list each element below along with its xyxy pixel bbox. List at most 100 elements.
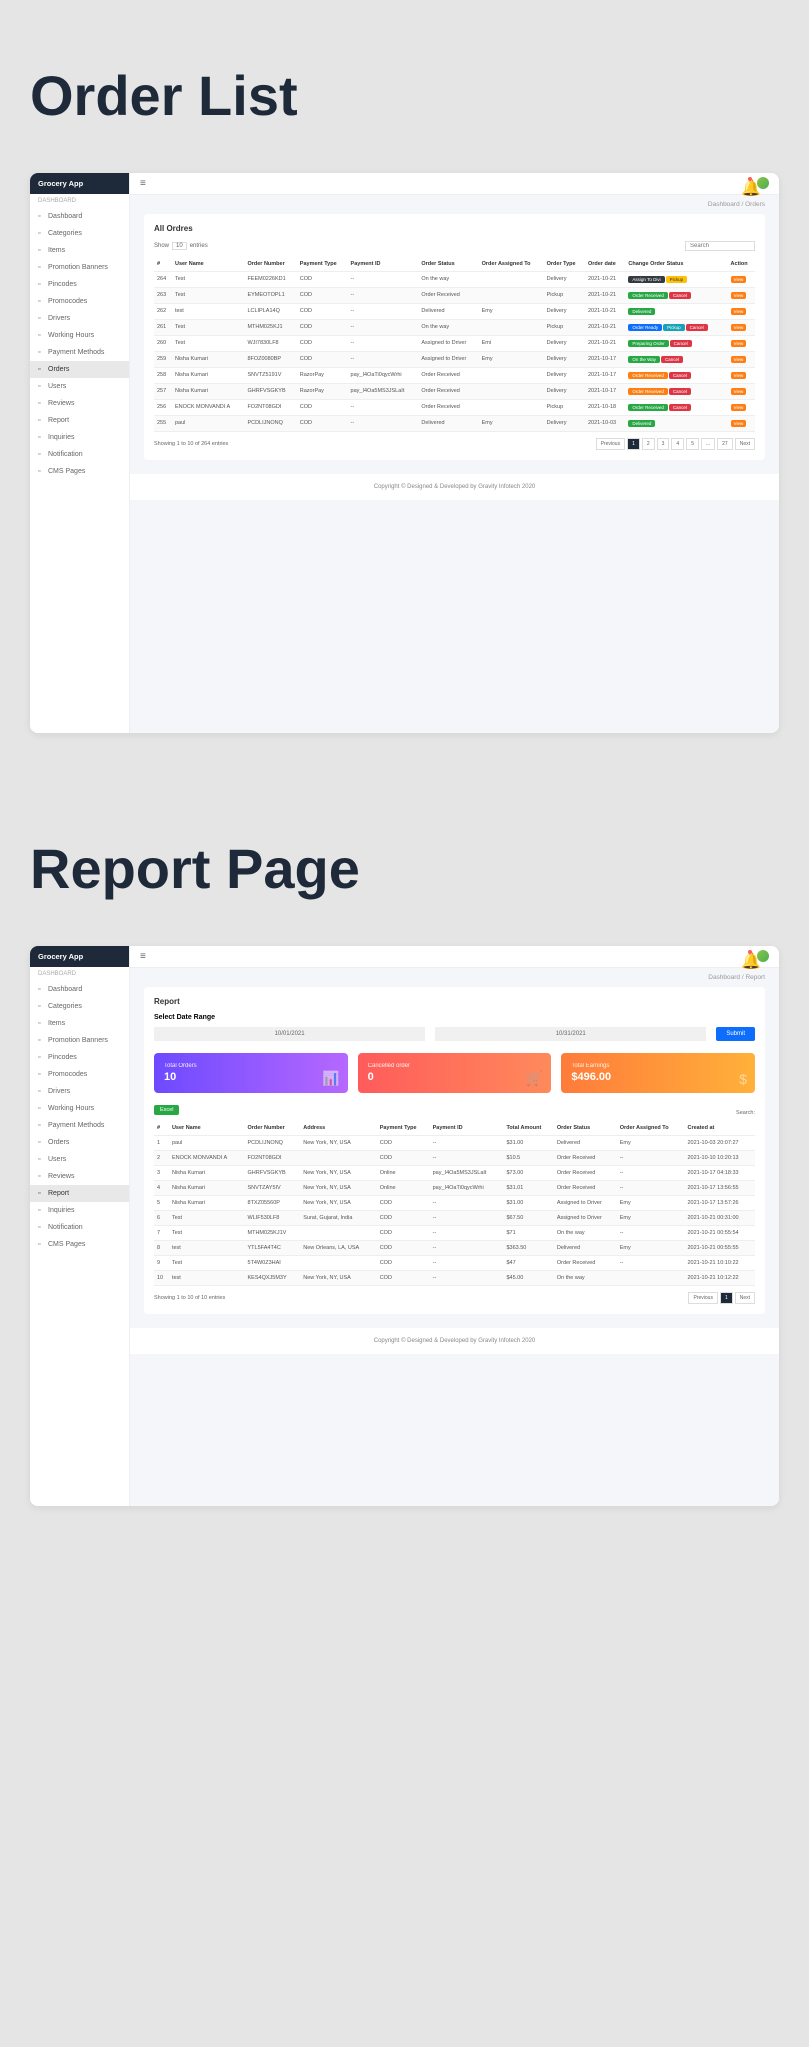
date-from-input[interactable]: 10/01/2021 xyxy=(154,1027,425,1041)
column-header[interactable]: Payment Type xyxy=(297,257,348,272)
column-header[interactable]: Order Type xyxy=(544,257,585,272)
view-button[interactable]: View xyxy=(731,276,747,283)
sidebar-item[interactable]: ▫Notification xyxy=(30,1219,129,1236)
view-button[interactable]: View xyxy=(731,356,747,363)
status-badge[interactable]: Order Received xyxy=(628,292,668,299)
status-badge[interactable]: Cancel xyxy=(669,372,691,379)
status-badge[interactable]: Order Received xyxy=(628,372,668,379)
sidebar-item[interactable]: ▫Promotion Banners xyxy=(30,1032,129,1049)
status-badge[interactable]: Delivered xyxy=(628,420,655,427)
status-badge[interactable]: Cancel xyxy=(686,324,708,331)
view-button[interactable]: View xyxy=(731,372,747,379)
show-entries[interactable]: Show 10 entries xyxy=(154,242,208,250)
page-num[interactable]: 1 xyxy=(720,1292,733,1304)
status-badge[interactable]: On the Way xyxy=(628,356,660,363)
view-button[interactable]: View xyxy=(731,308,747,315)
column-header[interactable]: Payment ID xyxy=(430,1121,504,1136)
view-button[interactable]: View xyxy=(731,388,747,395)
column-header[interactable]: User Name xyxy=(172,257,244,272)
view-button[interactable]: View xyxy=(731,404,747,411)
sidebar-item[interactable]: ▫Report xyxy=(30,1185,129,1202)
page-num[interactable]: 5 xyxy=(686,438,699,450)
status-badge[interactable]: Assign To Divi xyxy=(628,276,664,283)
sidebar-item[interactable]: ▫Reviews xyxy=(30,1168,129,1185)
column-header[interactable]: Payment ID xyxy=(348,257,419,272)
page-num[interactable]: 27 xyxy=(717,438,733,450)
sidebar-item[interactable]: ▫Orders xyxy=(30,361,129,378)
column-header[interactable]: Order Number xyxy=(244,257,296,272)
sidebar-item[interactable]: ▫Payment Methods xyxy=(30,1117,129,1134)
sidebar-item[interactable]: ▫Promocodes xyxy=(30,293,129,310)
sidebar-item[interactable]: ▫Working Hours xyxy=(30,327,129,344)
sidebar-item[interactable]: ▫CMS Pages xyxy=(30,463,129,480)
sidebar-item[interactable]: ▫Users xyxy=(30,378,129,395)
status-badge[interactable]: Cancel xyxy=(661,356,683,363)
column-header[interactable]: Address xyxy=(300,1121,376,1136)
sidebar-item[interactable]: ▫Drivers xyxy=(30,310,129,327)
bell-icon[interactable]: 🔔 xyxy=(741,951,751,961)
sidebar-item[interactable]: ▫Categories xyxy=(30,225,129,242)
sidebar-item[interactable]: ▫Inquiries xyxy=(30,429,129,446)
excel-button[interactable]: Excel xyxy=(154,1105,179,1115)
sidebar-item[interactable]: ▫Pincodes xyxy=(30,276,129,293)
status-badge[interactable]: Cancel xyxy=(669,404,691,411)
status-badge[interactable]: Cancel xyxy=(669,388,691,395)
status-badge[interactable]: Order Received xyxy=(628,388,668,395)
column-header[interactable]: Total Amount xyxy=(503,1121,553,1136)
column-header[interactable]: Order Assigned To xyxy=(617,1121,685,1136)
view-button[interactable]: View xyxy=(731,324,747,331)
date-to-input[interactable]: 10/31/2021 xyxy=(435,1027,706,1041)
sidebar-item[interactable]: ▫Dashboard xyxy=(30,208,129,225)
sidebar-item[interactable]: ▫Payment Methods xyxy=(30,344,129,361)
sidebar-item[interactable]: ▫Users xyxy=(30,1151,129,1168)
next-button[interactable]: Next xyxy=(735,438,755,450)
sidebar-item[interactable]: ▫Inquiries xyxy=(30,1202,129,1219)
page-num[interactable]: 2 xyxy=(642,438,655,450)
status-badge[interactable]: Cancel xyxy=(669,292,691,299)
page-num[interactable]: 4 xyxy=(671,438,684,450)
view-button[interactable]: View xyxy=(731,420,747,427)
column-header[interactable]: Created at xyxy=(684,1121,755,1136)
column-header[interactable]: User Name xyxy=(169,1121,245,1136)
column-header[interactable]: Payment Type xyxy=(377,1121,430,1136)
bell-icon[interactable]: 🔔 xyxy=(741,178,751,188)
sidebar-item[interactable]: ▫Orders xyxy=(30,1134,129,1151)
column-header[interactable]: Change Order Status xyxy=(625,257,727,272)
status-badge[interactable]: Order Ready xyxy=(628,324,662,331)
column-header[interactable]: # xyxy=(154,1121,169,1136)
next-button[interactable]: Next xyxy=(735,1292,755,1304)
submit-button[interactable]: Submit xyxy=(716,1027,755,1041)
hamburger-icon[interactable]: ≡ xyxy=(140,178,146,189)
status-badge[interactable]: Pickup xyxy=(666,276,688,283)
sidebar-item[interactable]: ▫Promocodes xyxy=(30,1066,129,1083)
sidebar-item[interactable]: ▫Items xyxy=(30,1015,129,1032)
page-num[interactable]: 1 xyxy=(627,438,640,450)
column-header[interactable]: # xyxy=(154,257,172,272)
column-header[interactable]: Order Number xyxy=(245,1121,301,1136)
sidebar-item[interactable]: ▫Reviews xyxy=(30,395,129,412)
column-header[interactable]: Order Status xyxy=(554,1121,617,1136)
view-button[interactable]: View xyxy=(731,340,747,347)
view-button[interactable]: View xyxy=(731,292,747,299)
prev-button[interactable]: Previous xyxy=(688,1292,717,1304)
page-num[interactable]: ... xyxy=(701,438,715,450)
column-header[interactable]: Order date xyxy=(585,257,625,272)
sidebar-item[interactable]: ▫CMS Pages xyxy=(30,1236,129,1253)
column-header[interactable]: Action xyxy=(728,257,755,272)
sidebar-item[interactable]: ▫Notification xyxy=(30,446,129,463)
sidebar-item[interactable]: ▫Promotion Banners xyxy=(30,259,129,276)
status-badge[interactable]: Order Received xyxy=(628,404,668,411)
sidebar-item[interactable]: ▫Report xyxy=(30,412,129,429)
sidebar-item[interactable]: ▫Working Hours xyxy=(30,1100,129,1117)
sidebar-item[interactable]: ▫Items xyxy=(30,242,129,259)
sidebar-item[interactable]: ▫Pincodes xyxy=(30,1049,129,1066)
status-badge[interactable]: Cancel xyxy=(670,340,692,347)
page-num[interactable]: 3 xyxy=(657,438,670,450)
hamburger-icon[interactable]: ≡ xyxy=(140,951,146,962)
sidebar-item[interactable]: ▫Dashboard xyxy=(30,981,129,998)
sidebar-item[interactable]: ▫Categories xyxy=(30,998,129,1015)
column-header[interactable]: Order Status xyxy=(418,257,478,272)
status-badge[interactable]: Preparing Order xyxy=(628,340,668,347)
column-header[interactable]: Order Assigned To xyxy=(479,257,544,272)
status-badge[interactable]: Pickup xyxy=(663,324,685,331)
